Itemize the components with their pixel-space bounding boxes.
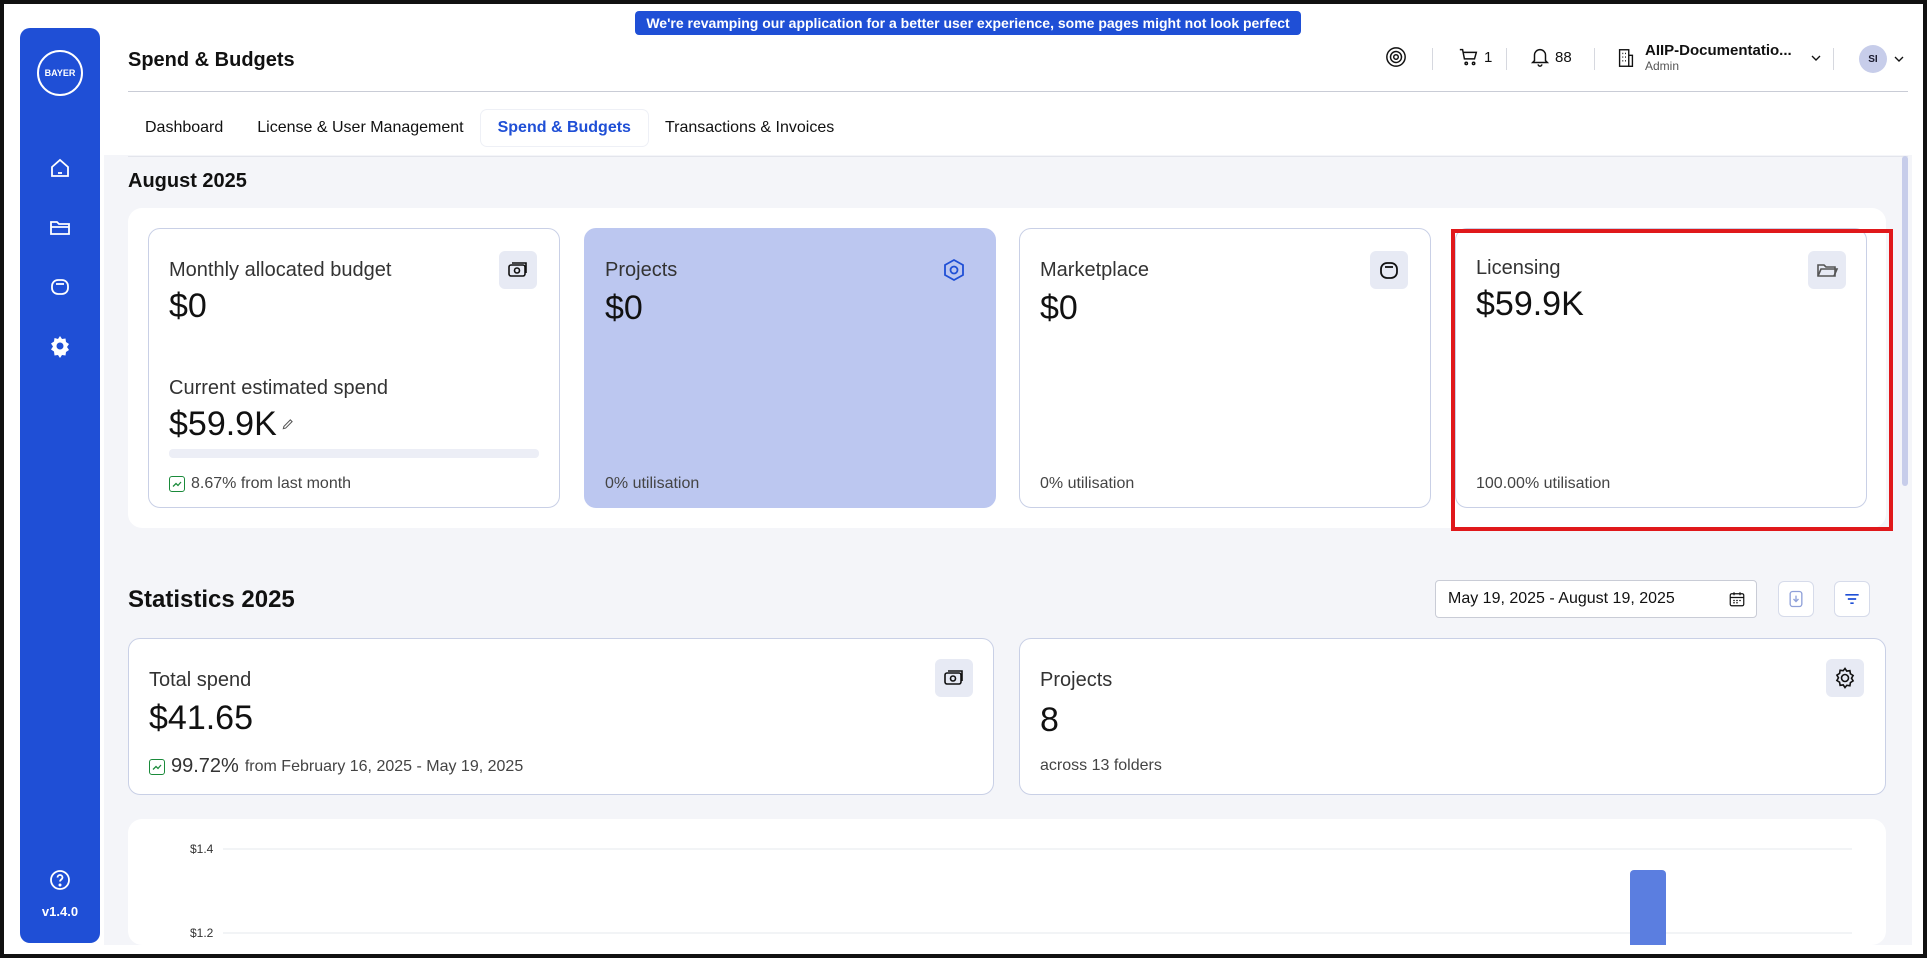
cart-button[interactable]: 1 (1458, 46, 1492, 68)
estimate-label: Current estimated spend (169, 377, 389, 399)
stats-projects-card: Projects 8 across 13 folders (1019, 638, 1886, 795)
tab-license-user-management[interactable]: License & User Management (240, 110, 480, 146)
total-spend-period: from February 16, 2025 - May 19, 2025 (244, 757, 524, 775)
user-menu[interactable]: SI (1859, 45, 1907, 73)
sidebar: BAYER v1.4.0 (20, 28, 100, 943)
help-icon[interactable] (48, 868, 72, 892)
marketplace-card[interactable]: Marketplace $0 0% utilisation (1019, 228, 1431, 508)
marketplace-label: Marketplace (1040, 259, 1149, 281)
projects-card[interactable]: Projects $0 0% utilisation (584, 228, 996, 508)
chevron-down-icon (1811, 55, 1821, 61)
announcement-banner: We're revamping our application for a be… (635, 11, 1301, 55)
marketplace-utilisation: 0% utilisation (1040, 475, 1135, 492)
download-button[interactable] (1778, 581, 1814, 617)
avatar: SI (1859, 45, 1887, 73)
edit-pencil-icon[interactable] (281, 417, 297, 433)
cart-icon (1459, 48, 1478, 66)
stats-section-title: Statistics 2025 (128, 586, 295, 613)
spend-chart-svg: $1.4 $1.2 (190, 842, 1852, 945)
projects-utilisation: 0% utilisation (605, 475, 700, 492)
highlight-box (1451, 229, 1893, 531)
scrollbar[interactable] (1902, 156, 1908, 486)
gear-icon (1826, 659, 1864, 697)
total-spend-value: $41.65 (149, 699, 253, 737)
home-icon[interactable] (48, 156, 72, 180)
date-range-picker[interactable]: May 19, 2025 - August 19, 2025 (1435, 580, 1757, 618)
org-name: AIIP-Documentatio... (1645, 42, 1792, 59)
budget-trend-text: 8.67% from last month (191, 475, 352, 492)
total-spend-pct: 99.72% (171, 755, 239, 777)
bag-icon (1370, 251, 1408, 289)
ai-assistant-button[interactable] (1385, 46, 1407, 68)
notifications-button[interactable]: 88 (1529, 46, 1572, 68)
budget-card: Monthly allocated budget $0 Current esti… (148, 228, 560, 508)
total-spend-label: Total spend (149, 669, 252, 691)
stats-projects-label: Projects (1040, 669, 1113, 691)
total-spend-trend: 99.72% from February 16, 2025 - May 19, … (149, 755, 523, 778)
budget-trend: 8.67% from last month (169, 475, 351, 493)
marketplace-value: $0 (1040, 289, 1078, 327)
chart-bar[interactable] (1630, 870, 1666, 945)
budget-label: Monthly allocated budget (169, 259, 392, 281)
stats-projects-folders: across 13 folders (1040, 757, 1162, 774)
money-icon (499, 251, 537, 289)
hexagon-gear-icon (935, 251, 973, 289)
bayer-logo[interactable]: BAYER (37, 50, 83, 96)
tab-bar: Dashboard License & User Management Spen… (128, 110, 851, 146)
building-icon (1618, 48, 1634, 67)
month-section-title: August 2025 (128, 170, 247, 192)
stats-projects-value: 8 (1040, 701, 1059, 739)
notification-count: 88 (1555, 48, 1572, 66)
spend-chart: $1.4 $1.2 (128, 819, 1886, 945)
calendar-icon (1729, 592, 1745, 607)
money-icon (935, 659, 973, 697)
org-role: Admin (1645, 59, 1680, 73)
projects-label: Projects (605, 259, 678, 281)
tab-spend-budgets[interactable]: Spend & Budgets (480, 110, 648, 146)
bell-icon (1530, 49, 1550, 67)
target-icon (1386, 47, 1406, 67)
page-title: Spend & Budgets (128, 49, 295, 71)
estimate-value: $59.9K (169, 405, 277, 443)
chart-y-tick-label: $1.2 (190, 926, 214, 940)
trend-up-icon (169, 476, 185, 492)
total-spend-card: Total spend $41.65 99.72% from February … (128, 638, 994, 795)
chevron-down-icon (1894, 56, 1904, 62)
gear-icon[interactable] (48, 334, 72, 358)
projects-value: $0 (605, 289, 643, 327)
date-range-text: May 19, 2025 - August 19, 2025 (1448, 590, 1675, 607)
bag-icon[interactable] (48, 274, 72, 298)
org-switcher[interactable]: AIIP-Documentatio... Admin (1615, 42, 1824, 73)
budget-value: $0 (169, 287, 207, 325)
app-version: v1.4.0 (41, 904, 79, 919)
tab-dashboard[interactable]: Dashboard (128, 110, 240, 146)
folder-icon[interactable] (48, 215, 72, 239)
chart-y-tick-label: $1.4 (190, 842, 214, 856)
budget-progress-bar (169, 449, 539, 458)
tab-transactions-invoices[interactable]: Transactions & Invoices (648, 110, 851, 146)
filter-button[interactable] (1834, 581, 1870, 617)
cart-count: 1 (1484, 48, 1493, 66)
download-icon (1789, 590, 1803, 608)
filter-icon (1845, 594, 1859, 604)
logo-text: BAYER (44, 68, 76, 78)
trend-up-icon (149, 758, 165, 775)
